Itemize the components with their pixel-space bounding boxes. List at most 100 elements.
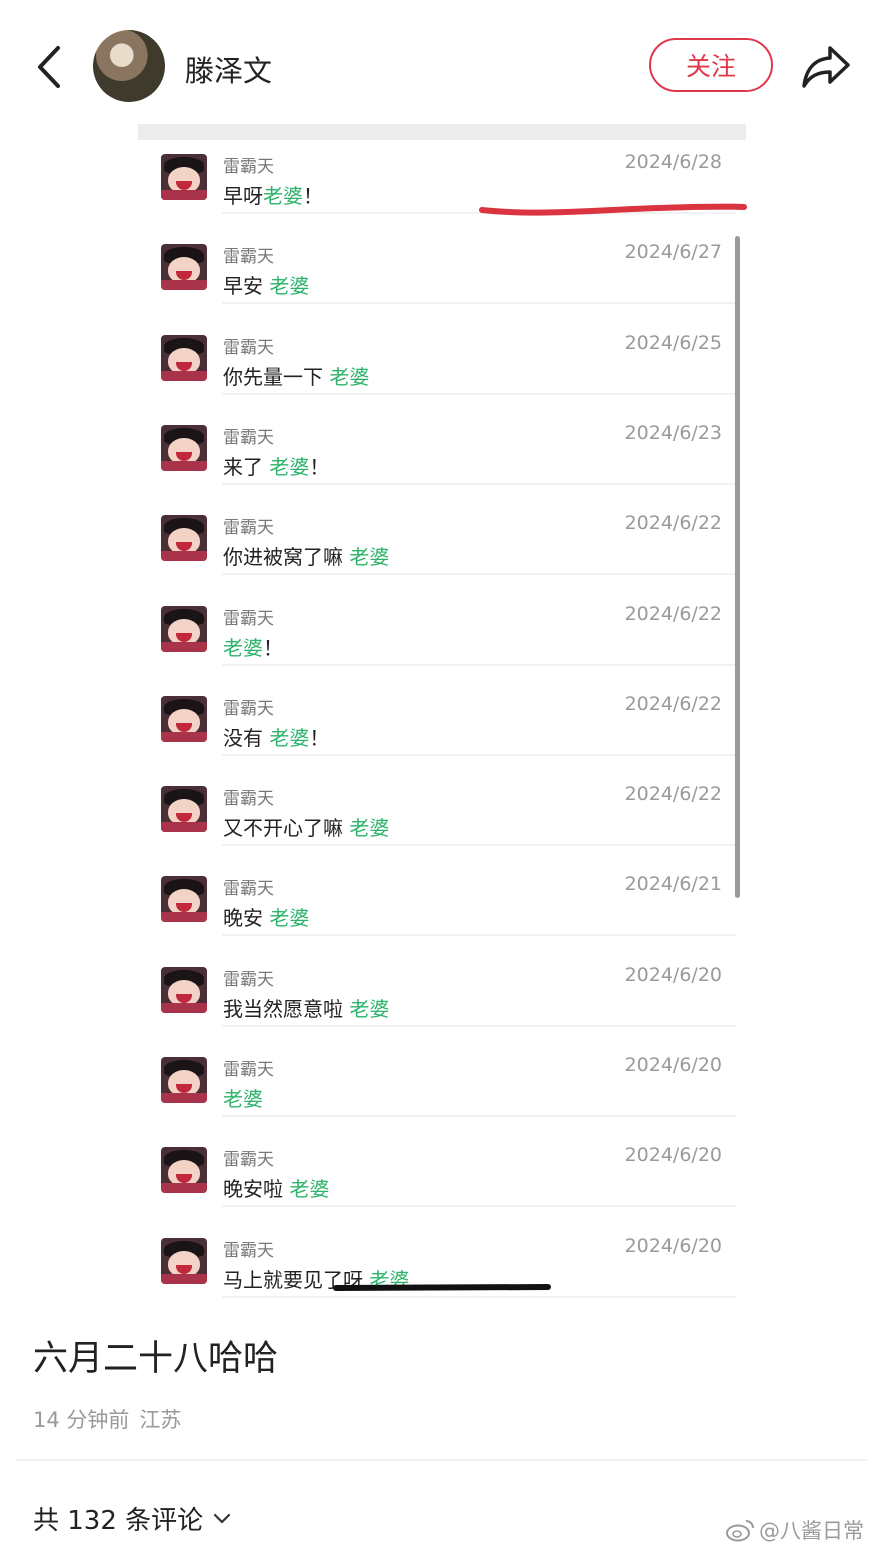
message-date: 2024/6/20 (624, 1234, 722, 1257)
message-row[interactable]: 雷霸天 2024/6/22 老婆！ (138, 576, 736, 666)
message-date: 2024/6/21 (624, 873, 722, 896)
message-date: 2024/6/22 (624, 512, 722, 535)
message-sender: 雷霸天 (223, 337, 274, 358)
message-row[interactable]: 雷霸天 2024/6/27 早安 老婆 (138, 214, 736, 305)
sender-avatar[interactable] (161, 334, 207, 381)
share-icon[interactable] (800, 42, 852, 90)
message-text-suffix: ！ (303, 184, 323, 208)
sender-avatar[interactable] (161, 695, 207, 742)
red-underline-annotation (479, 203, 747, 216)
message-text-prefix: 来了 (223, 454, 270, 479)
message-sender: 雷霸天 (223, 1240, 274, 1261)
message-keyword: 老婆 (269, 725, 310, 750)
black-underline-annotation (333, 1284, 551, 1291)
message-text-suffix: ！ (263, 635, 283, 660)
message-sender: 雷霸天 (223, 789, 274, 810)
weibo-logo-icon (726, 1520, 754, 1542)
sender-avatar[interactable] (161, 605, 207, 652)
message-date: 2024/6/23 (624, 421, 722, 444)
message-sender: 雷霸天 (223, 518, 274, 539)
watermark-text: @八酱日常 (759, 1519, 864, 1543)
sender-avatar[interactable] (161, 966, 207, 1013)
message-row[interactable]: 雷霸天 2024/6/25 你先量一下 老婆 (138, 305, 736, 395)
post-title: 六月二十八哈哈 (33, 1339, 279, 1379)
message-text-prefix: 你先量一下 (223, 364, 330, 389)
sender-avatar[interactable] (161, 244, 207, 291)
post-meta: 14 分钟前 江苏 (33, 1404, 191, 1434)
message-date: 2024/6/20 (624, 1054, 722, 1076)
sender-avatar[interactable] (161, 424, 207, 471)
message-text: 晚安 老婆 (223, 902, 309, 931)
message-text: 来了 老婆！ (223, 451, 329, 480)
message-row[interactable]: 雷霸天 2024/6/22 你进被窝了嘛 老婆 (138, 485, 736, 576)
message-text-prefix: 你进被窝了嘛 (223, 545, 350, 570)
message-row[interactable]: 雷霸天 2024/6/20 我当然愿意啦 老婆 (138, 937, 736, 1027)
message-row[interactable]: 雷霸天 2024/6/22 没有 老婆！ (138, 666, 736, 756)
message-keyword: 老婆 (289, 1177, 330, 1202)
message-text-suffix: ！ (309, 454, 330, 479)
comments-toggle[interactable]: 共 132 条评论 (33, 1500, 231, 1537)
author-username[interactable]: 滕泽文 (185, 48, 272, 90)
message-date: 2024/6/28 (624, 151, 722, 173)
message-sender: 雷霸天 (223, 157, 274, 177)
message-text: 我当然愿意啦 老婆 (223, 993, 389, 1022)
sender-avatar[interactable] (161, 515, 207, 562)
comments-count-label: 共 132 条评论 (33, 1506, 204, 1536)
message-sender: 雷霸天 (223, 427, 274, 448)
message-text: 又不开心了嘛 老婆 (223, 812, 389, 841)
author-avatar[interactable] (93, 30, 165, 102)
message-text-prefix: 早呀 (223, 184, 263, 208)
post-header: 滕泽文 关注 (0, 0, 884, 130)
follow-button[interactable]: 关注 (649, 38, 773, 92)
message-keyword: 老婆 (349, 545, 390, 570)
message-text: 早呀老婆！ (223, 180, 323, 209)
message-text-prefix: 没有 (223, 725, 270, 750)
watermark: @八酱日常 (725, 1515, 864, 1545)
message-text-prefix: 早安 (223, 274, 270, 299)
message-text-suffix: ！ (309, 725, 330, 750)
message-sender: 雷霸天 (223, 1150, 274, 1171)
sender-avatar[interactable] (161, 786, 207, 833)
message-text: 老婆 (223, 1083, 263, 1112)
message-keyword: 老婆 (269, 906, 310, 931)
message-row[interactable]: 雷霸天 2024/6/22 又不开心了嘛 老婆 (138, 756, 736, 847)
message-text: 你先量一下 老婆 (223, 361, 369, 390)
message-sender: 雷霸天 (223, 879, 274, 900)
message-date: 2024/6/20 (624, 1144, 722, 1167)
message-date: 2024/6/22 (624, 602, 722, 625)
message-text-prefix: 我当然愿意啦 (223, 996, 350, 1021)
message-row[interactable]: 雷霸天 2024/6/20 老婆 (138, 1027, 736, 1117)
message-text: 你进被窝了嘛 老婆 (223, 541, 389, 570)
message-keyword: 老婆 (223, 635, 263, 660)
message-text: 早安 老婆 (223, 270, 309, 299)
sender-avatar[interactable] (161, 1237, 207, 1284)
message-sender: 雷霸天 (223, 608, 274, 629)
sender-avatar[interactable] (161, 154, 207, 200)
message-date: 2024/6/27 (624, 241, 722, 264)
message-row[interactable]: 雷霸天 2024/6/23 来了 老婆！ (138, 395, 736, 485)
message-sender: 雷霸天 (223, 698, 274, 719)
message-keyword: 老婆 (223, 1087, 263, 1111)
sender-avatar[interactable] (161, 876, 207, 923)
chevron-down-icon (214, 1513, 231, 1523)
message-text: 晚安啦 老婆 (223, 1173, 329, 1202)
message-text-prefix: 晚安啦 (223, 1177, 290, 1202)
message-keyword: 老婆 (349, 816, 390, 841)
message-date: 2024/6/22 (624, 783, 722, 806)
message-sender: 雷霸天 (223, 247, 274, 268)
post-location: 江苏 (139, 1408, 182, 1432)
sender-avatar[interactable] (161, 1057, 207, 1103)
message-text: 老婆！ (223, 632, 283, 661)
message-divider (222, 1295, 736, 1298)
message-text-prefix: 又不开心了嘛 (223, 816, 350, 841)
message-text-prefix: 晚安 (223, 906, 270, 931)
message-row[interactable]: 雷霸天 2024/6/21 晚安 老婆 (138, 846, 736, 937)
message-keyword: 老婆 (269, 274, 310, 299)
message-row[interactable]: 雷霸天 2024/6/20 晚安啦 老婆 (138, 1117, 736, 1208)
sender-avatar[interactable] (161, 1147, 207, 1194)
message-sender: 雷霸天 (223, 969, 274, 990)
post-time: 14 分钟前 (33, 1408, 130, 1432)
message-date: 2024/6/25 (624, 331, 722, 354)
message-keyword: 老婆 (269, 454, 310, 479)
back-arrow-icon[interactable] (30, 44, 70, 90)
